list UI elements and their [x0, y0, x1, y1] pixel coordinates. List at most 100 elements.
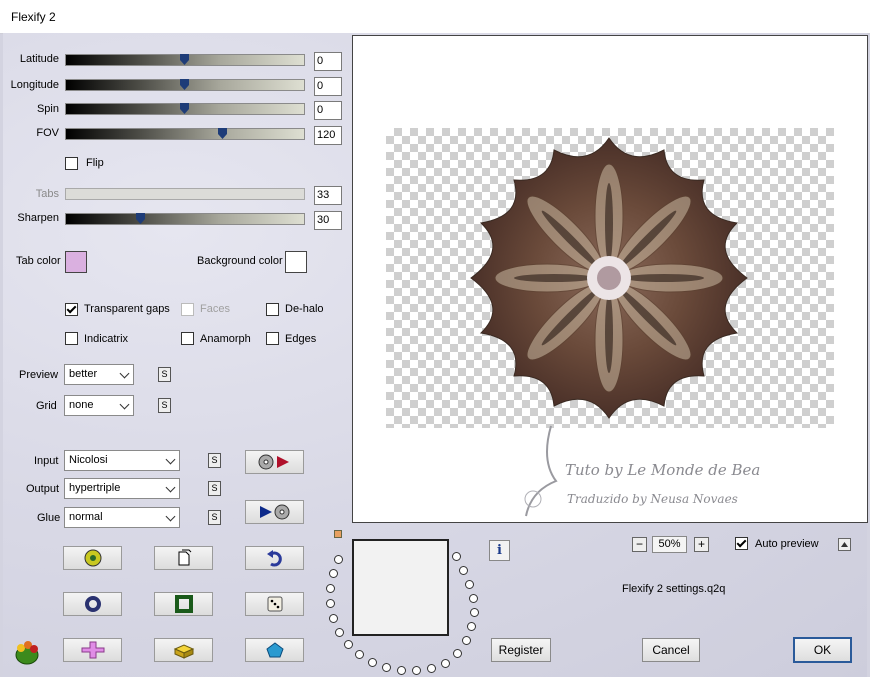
tabs-slider[interactable]: [65, 188, 305, 200]
longitude-label: Longitude: [10, 79, 59, 91]
nav-dot[interactable]: [368, 658, 377, 667]
handle-marker[interactable]: [334, 530, 342, 538]
input-s-button[interactable]: S: [208, 453, 221, 468]
nav-dot[interactable]: [329, 614, 338, 623]
faces-checkbox[interactable]: [181, 303, 194, 316]
glue-s-button[interactable]: S: [208, 510, 221, 525]
auto-preview-label: Auto preview: [755, 538, 819, 550]
brick-button[interactable]: [154, 638, 213, 662]
sharpen-slider[interactable]: [65, 213, 305, 225]
preview-label: Preview: [19, 369, 59, 381]
glue-select-value: normal: [69, 511, 103, 523]
flip-label: Flip: [86, 157, 104, 169]
spin-slider[interactable]: [65, 103, 305, 115]
nav-dot[interactable]: [462, 636, 471, 645]
nav-dot[interactable]: [412, 666, 421, 675]
input-select[interactable]: Nicolosi: [64, 450, 180, 471]
watermark-line2: Traduzido by Neusa Novaes: [567, 492, 738, 506]
ring-button[interactable]: [63, 592, 122, 616]
collapse-button[interactable]: [838, 538, 851, 551]
nav-dot[interactable]: [344, 640, 353, 649]
zoom-in-button[interactable]: +: [694, 537, 709, 552]
glue-select[interactable]: normal: [64, 507, 180, 528]
zoom-out-button[interactable]: −: [632, 537, 647, 552]
latitude-slider[interactable]: [65, 54, 305, 66]
random-button[interactable]: [63, 546, 122, 570]
longitude-field[interactable]: 0: [314, 77, 342, 96]
cancel-button[interactable]: Cancel: [642, 638, 700, 662]
spin-field[interactable]: 0: [314, 101, 342, 120]
auto-preview-checkbox[interactable]: [735, 537, 748, 550]
nav-dot[interactable]: [470, 608, 479, 617]
nav-dot[interactable]: [441, 659, 450, 668]
spin-slider-thumb[interactable]: [180, 103, 189, 114]
nav-dot[interactable]: [335, 628, 344, 637]
chevron-down-icon: [165, 454, 176, 465]
nav-dot[interactable]: [397, 666, 406, 675]
play-disc-icon: [259, 504, 289, 520]
fov-slider-thumb[interactable]: [218, 128, 227, 139]
output-select[interactable]: hypertriple: [64, 478, 180, 499]
fov-label: FOV: [36, 127, 59, 139]
nav-dot[interactable]: [465, 580, 474, 589]
info-button[interactable]: i: [489, 540, 510, 561]
de-halo-checkbox[interactable]: [266, 303, 279, 316]
nav-dot[interactable]: [326, 599, 335, 608]
sharpen-field[interactable]: 30: [314, 211, 342, 230]
transparent-gaps-checkbox[interactable]: [65, 303, 78, 316]
faces-label: Faces: [200, 303, 230, 315]
edges-label: Edges: [285, 333, 317, 345]
nav-dot[interactable]: [453, 649, 462, 658]
edges-checkbox[interactable]: [266, 332, 279, 345]
ok-button[interactable]: OK: [793, 637, 852, 663]
dice-button[interactable]: [245, 592, 304, 616]
random-gear-icon: [84, 549, 101, 567]
anamorph-checkbox[interactable]: [181, 332, 194, 345]
window-title: Flexify 2: [11, 10, 56, 24]
indicatrix-checkbox[interactable]: [65, 332, 78, 345]
pentagon-icon: [265, 642, 284, 658]
grid-select[interactable]: none: [64, 395, 134, 416]
chevron-down-icon: [119, 368, 130, 379]
longitude-slider-thumb[interactable]: [180, 79, 189, 90]
background-color-swatch[interactable]: [285, 251, 307, 273]
tabs-field[interactable]: 33: [314, 186, 342, 205]
nav-dot[interactable]: [326, 584, 335, 593]
nav-dot[interactable]: [452, 552, 461, 561]
title-bar: Flexify 2: [0, 0, 870, 34]
output-s-button[interactable]: S: [208, 481, 221, 496]
frame-button[interactable]: [154, 592, 213, 616]
save-output-button[interactable]: [245, 500, 304, 524]
thumbnail-preview[interactable]: [352, 539, 449, 636]
load-input-button[interactable]: [245, 450, 304, 474]
nav-dot[interactable]: [355, 650, 364, 659]
longitude-slider[interactable]: [65, 79, 305, 91]
preview-select[interactable]: better: [64, 364, 134, 385]
new-button[interactable]: [154, 546, 213, 570]
dialog-body: Latitude 0 Longitude 0 Spin 0 FOV 120 Fl…: [3, 33, 868, 677]
fov-field[interactable]: 120: [314, 126, 342, 145]
de-halo-label: De-halo: [285, 303, 324, 315]
nav-dot[interactable]: [427, 664, 436, 673]
flip-checkbox[interactable]: [65, 157, 78, 170]
grid-s-button[interactable]: S: [158, 398, 171, 413]
spin-label: Spin: [36, 103, 59, 115]
grid-select-value: none: [69, 399, 94, 411]
nav-dot[interactable]: [329, 569, 338, 578]
nav-dot[interactable]: [459, 566, 468, 575]
latitude-slider-thumb[interactable]: [180, 54, 189, 65]
preview-canvas[interactable]: Tuto by Le Monde de Bea Traduzido by Neu…: [352, 35, 868, 523]
fov-slider[interactable]: [65, 128, 305, 140]
sharpen-slider-thumb[interactable]: [136, 213, 145, 224]
undo-button[interactable]: [245, 546, 304, 570]
nav-dot[interactable]: [382, 663, 391, 672]
nav-dot[interactable]: [334, 555, 343, 564]
register-button[interactable]: Register: [491, 638, 551, 662]
cross-button[interactable]: [63, 638, 122, 662]
preview-s-button[interactable]: S: [158, 367, 171, 382]
tab-color-swatch[interactable]: [65, 251, 87, 273]
nav-dot[interactable]: [467, 622, 476, 631]
nav-dot[interactable]: [469, 594, 478, 603]
latitude-field[interactable]: 0: [314, 52, 342, 71]
pentagon-button[interactable]: [245, 638, 304, 662]
